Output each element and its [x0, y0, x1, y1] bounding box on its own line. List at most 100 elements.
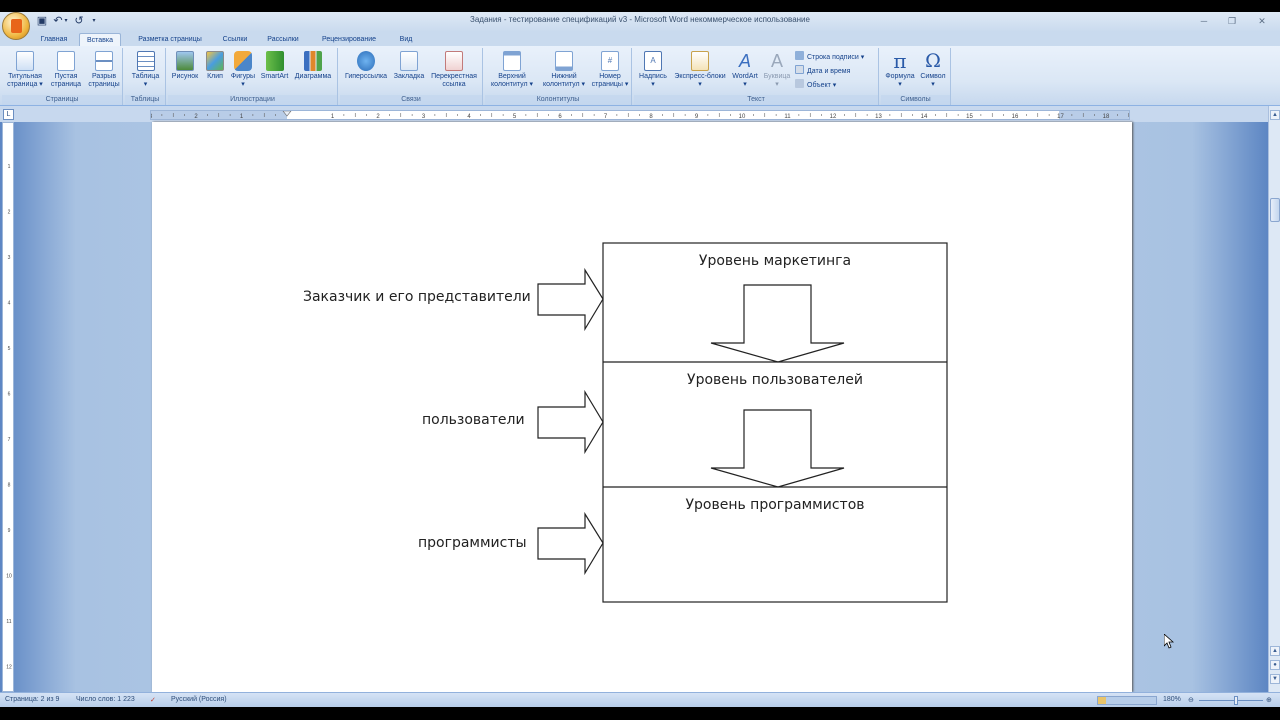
equation-button[interactable]: π Формула ▾: [882, 51, 918, 89]
date-time-button[interactable]: Дата и время: [795, 65, 850, 77]
wordart-button[interactable]: A WordArt ▾: [729, 51, 761, 89]
ruler-number: 18: [1103, 114, 1110, 119]
document-page[interactable]: Заказчик и его представители пользовател…: [152, 122, 1132, 692]
vertical-ruler-number: 2: [8, 210, 11, 216]
ruler-number: 5: [513, 114, 517, 119]
footer-button[interactable]: Нижний колонтитул ▾: [539, 51, 589, 89]
shapes-icon: [234, 51, 252, 71]
tab-mailings[interactable]: Рассылки: [260, 33, 306, 46]
level-marketing: Уровень маркетинга: [698, 253, 852, 269]
vertical-ruler-number: 10: [6, 574, 12, 580]
tab-references[interactable]: Ссылки: [216, 33, 254, 46]
drop-cap-icon: A: [770, 51, 783, 71]
spelling-check-icon[interactable]: ✓: [150, 696, 156, 704]
tab-review[interactable]: Рецензирование: [313, 33, 385, 46]
shapes-button[interactable]: Фигуры ▾: [228, 51, 258, 89]
zoom-in-icon[interactable]: ⊕: [1266, 696, 1272, 704]
screen-bottom: [0, 707, 1280, 720]
ruler-number: 2: [194, 114, 198, 119]
word-logo-icon: [11, 19, 22, 33]
bookmark-button[interactable]: Закладка: [391, 51, 427, 81]
bookmark-icon: [400, 51, 418, 71]
office-button[interactable]: [2, 12, 30, 40]
view-buttons[interactable]: [1097, 696, 1157, 705]
levels-box: [602, 242, 948, 603]
wordart-icon: A: [738, 51, 751, 71]
page-counter[interactable]: Страница: 2 из 9: [5, 696, 59, 703]
vertical-ruler-number: 7: [8, 437, 11, 443]
scroll-up-page-icon[interactable]: ▲: [1270, 646, 1280, 656]
chart-button[interactable]: Диаграмма: [291, 51, 335, 81]
minimize-icon[interactable]: ─: [1193, 14, 1215, 28]
group-pages: Титульная страница ▾ Пустая страница Раз…: [2, 48, 123, 105]
header-button[interactable]: Верхний колонтитул ▾: [487, 51, 537, 89]
blank-page-button[interactable]: Пустая страница: [47, 51, 85, 89]
zoom-out-icon[interactable]: ⊖: [1188, 696, 1194, 704]
signature-line-button[interactable]: Строка подписи ▾: [795, 51, 864, 63]
zoom-slider-thumb[interactable]: [1234, 696, 1238, 705]
text-box-button[interactable]: A Надпись ▾: [635, 51, 671, 89]
tab-insert[interactable]: Вставка: [79, 33, 121, 46]
clip-button[interactable]: Клип: [202, 51, 228, 81]
scrollbar-thumb[interactable]: [1270, 198, 1280, 222]
scroll-up-icon[interactable]: ▲: [1270, 110, 1280, 120]
right-arrow-2: [537, 389, 604, 455]
picture-button[interactable]: Рисунок: [169, 51, 201, 81]
ruler-number: 2: [376, 114, 380, 119]
vertical-ruler-number: 6: [8, 392, 11, 398]
tab-page-layout[interactable]: Разметка страницы: [127, 33, 213, 46]
ruler-number: 13: [875, 114, 882, 119]
ruler-number: 14: [921, 114, 928, 119]
calendar-icon: [795, 65, 804, 74]
group-headers-footers: Верхний колонтитул ▾ Нижний колонтитул ▾…: [485, 48, 632, 105]
vertical-scrollbar[interactable]: ▲ ▲ ● ▼: [1268, 106, 1280, 692]
vertical-ruler-number: 1: [8, 164, 11, 170]
first-line-indent-marker[interactable]: [282, 111, 292, 117]
globe-icon: [357, 51, 375, 71]
page-break-button[interactable]: Разрыв страницы: [85, 51, 123, 89]
picture-icon: [176, 51, 194, 71]
maximize-icon[interactable]: ❐: [1221, 14, 1243, 28]
hyperlink-button[interactable]: Гиперссылка: [341, 51, 391, 81]
zoom-slider[interactable]: [1199, 700, 1263, 701]
group-illustrations: Рисунок Клип Фигуры ▾ SmartArt Диаграмма…: [168, 48, 338, 105]
horizontal-ruler[interactable]: 321123456789101112131415161718: [150, 110, 1130, 120]
quick-parts-button[interactable]: Экспресс-блоки ▾: [671, 51, 729, 89]
header-icon: [503, 51, 521, 71]
tab-home[interactable]: Главная: [33, 33, 75, 46]
close-icon[interactable]: ✕: [1251, 14, 1273, 28]
vertical-ruler-number: 4: [8, 301, 11, 307]
smartart-icon: [265, 51, 284, 71]
pi-icon: π: [893, 49, 907, 73]
table-button[interactable]: Таблица ▾: [127, 51, 164, 89]
page-number-button[interactable]: # Номер страницы ▾: [589, 51, 631, 89]
language-indicator[interactable]: Русский (Россия): [171, 696, 227, 703]
object-button[interactable]: Объект ▾: [795, 79, 836, 91]
status-bar: Страница: 2 из 9 Число слов: 1 223 ✓ Рус…: [0, 692, 1280, 707]
drop-cap-button[interactable]: A Буквица ▾: [761, 51, 793, 89]
tab-selector-icon[interactable]: L: [3, 109, 14, 120]
text-box-icon: A: [644, 51, 662, 71]
vertical-ruler[interactable]: 1 2 3 4 5 6 7 8 9 10 11 12: [2, 122, 14, 692]
vertical-ruler-number: 5: [8, 346, 11, 352]
smartart-button[interactable]: SmartArt: [258, 51, 291, 81]
down-arrow-2: [710, 409, 845, 488]
tab-view[interactable]: Вид: [393, 33, 419, 46]
ruler-number: 3: [151, 114, 153, 119]
ruler-number: 6: [558, 114, 562, 119]
page-break-icon: [95, 51, 113, 71]
select-browse-object-icon[interactable]: ●: [1270, 660, 1280, 670]
zoom-level[interactable]: 180%: [1163, 696, 1181, 703]
level-users: Уровень пользователей: [687, 372, 863, 388]
object-icon: [795, 79, 804, 88]
vertical-ruler-number: 8: [8, 483, 11, 489]
symbol-button[interactable]: Ω Символ ▾: [917, 51, 949, 89]
word-count[interactable]: Число слов: 1 223: [76, 696, 135, 703]
scroll-down-page-icon[interactable]: ▼: [1270, 674, 1280, 684]
group-text: A Надпись ▾ Экспресс-блоки ▾ A WordArt ▾…: [634, 48, 879, 105]
vertical-ruler-ticks: 123456789101112: [6, 164, 12, 671]
group-symbols: π Формула ▾ Ω Символ ▾ Символы: [881, 48, 951, 105]
cover-page-button[interactable]: Титульная страница ▾: [4, 51, 46, 89]
cross-reference-button[interactable]: Перекрестная ссылка: [427, 51, 481, 89]
mouse-cursor-icon: [1164, 634, 1174, 649]
